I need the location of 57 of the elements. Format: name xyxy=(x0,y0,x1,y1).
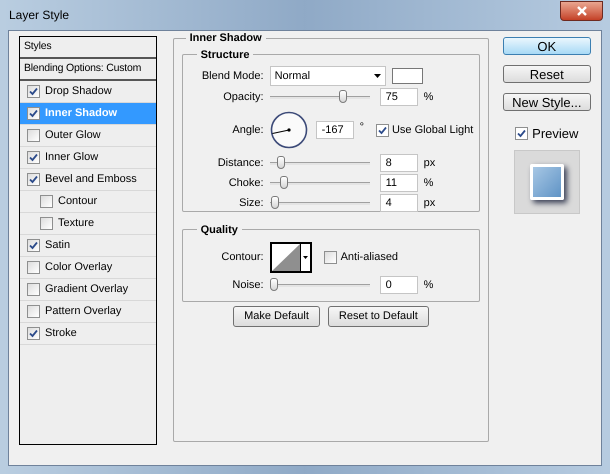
field-label: Contour: xyxy=(220,250,264,265)
checkbox-label: Use Global Light xyxy=(392,122,474,138)
style-list-item[interactable]: Texture xyxy=(20,213,156,235)
list-header[interactable]: Styles xyxy=(20,37,156,59)
panel-button[interactable]: Reset to Default xyxy=(328,306,429,326)
panel-button[interactable]: Make Default xyxy=(233,306,320,326)
item-label: Gradient Overlay xyxy=(45,282,128,298)
item-label: Contour xyxy=(58,194,98,210)
field-label: Choke: xyxy=(228,176,264,191)
value-field[interactable]: 75 xyxy=(380,88,418,106)
field-label: Blend Mode: xyxy=(200,68,264,84)
unit-label: % xyxy=(424,278,434,293)
style-list-item[interactable]: Inner Glow xyxy=(20,147,156,169)
dialog-button[interactable]: New Style... xyxy=(502,93,591,111)
unit-label: px xyxy=(424,196,436,211)
window-title: Layer Style xyxy=(9,7,70,24)
degree-label: ° xyxy=(360,120,364,135)
unit-label: px xyxy=(424,156,436,171)
value-field[interactable]: 8 xyxy=(380,154,418,172)
list-header[interactable]: Blending Options: Custom xyxy=(20,59,156,81)
field-label: Angle: xyxy=(231,122,264,138)
item-label: Drop Shadow xyxy=(45,84,112,100)
style-list-item[interactable]: Satin xyxy=(20,235,156,257)
style-list-item[interactable]: Color Overlay xyxy=(20,257,156,279)
item-label: Inner Glow xyxy=(45,150,98,166)
value-field[interactable]: 4 xyxy=(380,194,418,212)
field-label: Opacity: xyxy=(222,90,264,105)
panel-title: Inner Shadow xyxy=(188,31,263,46)
item-label: Pattern Overlay xyxy=(45,304,122,320)
item-label: Inner Shadow xyxy=(45,106,118,122)
checkbox-label: Anti-aliased xyxy=(340,250,398,265)
field-label: Distance: xyxy=(216,156,264,171)
field-label: Size: xyxy=(238,196,264,211)
group-title: Quality xyxy=(200,222,239,238)
blend-mode-dropdown[interactable]: Normal xyxy=(270,66,386,86)
field-label: Noise: xyxy=(231,278,264,293)
item-label: Bevel and Emboss xyxy=(45,172,137,188)
group-title: Structure xyxy=(200,48,250,62)
value-field[interactable]: 11 xyxy=(380,174,418,192)
style-list-item[interactable]: Outer Glow xyxy=(20,125,156,147)
dialog-button[interactable]: Reset xyxy=(502,65,591,83)
item-label: Satin xyxy=(45,238,70,254)
preview-label: Preview xyxy=(532,125,578,143)
style-list-item[interactable]: Pattern Overlay xyxy=(20,301,156,323)
item-label: Outer Glow xyxy=(45,128,101,144)
unit-label: % xyxy=(424,176,434,191)
item-label: Texture xyxy=(58,216,94,232)
value-field[interactable]: 0 xyxy=(380,276,418,294)
style-list-item[interactable]: Contour xyxy=(20,191,156,213)
item-label: Color Overlay xyxy=(45,260,112,276)
value-field[interactable]: -167 xyxy=(316,121,354,139)
style-list-item[interactable]: Gradient Overlay xyxy=(20,279,156,301)
dialog-button[interactable]: OK xyxy=(502,37,591,55)
item-label: Stroke xyxy=(45,326,77,342)
style-list-item[interactable]: Stroke xyxy=(20,323,156,345)
unit-label: % xyxy=(424,90,434,105)
style-list-item[interactable]: Bevel and Emboss xyxy=(20,169,156,191)
